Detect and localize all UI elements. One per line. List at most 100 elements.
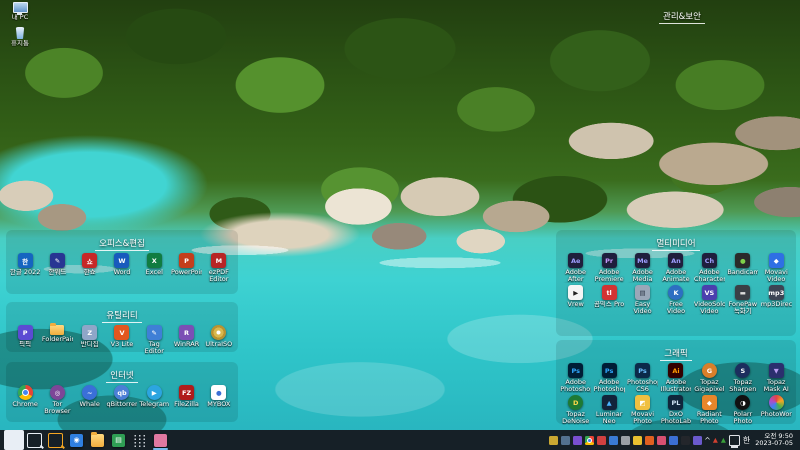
network-icon[interactable] bbox=[728, 434, 740, 448]
tray-icon-7[interactable] bbox=[621, 435, 631, 445]
tray-icon-8[interactable] bbox=[633, 435, 643, 445]
videosolo-editor[interactable]: VS VideoSolo Video Editor bbox=[694, 285, 725, 315]
whale-browser[interactable]: ~ Whale bbox=[74, 385, 105, 408]
vrew[interactable]: ▶ Vrew bbox=[560, 285, 591, 308]
app-icon: Ps bbox=[601, 363, 617, 378]
photoshop[interactable]: Ps Adobe Photoshop bbox=[594, 363, 625, 393]
topaz-gigapixel[interactable]: G Topaz Gigapixel AI bbox=[694, 363, 725, 393]
movavi-photo-editor[interactable]: ◩ Movavi Photo Editor bbox=[627, 395, 658, 425]
easy-video-maker[interactable]: ▤ Easy Video Maker bbox=[627, 285, 658, 315]
character-animator[interactable]: Ch Adobe Character Animator bbox=[694, 253, 725, 283]
hancom-hanword[interactable]: ✎ 한워드 bbox=[42, 253, 73, 276]
tray-overflow-chevron-icon[interactable]: ^ bbox=[702, 436, 713, 445]
tray-icon-6[interactable] bbox=[609, 435, 619, 445]
topaz-denoise[interactable]: D Topaz DeNoise AI bbox=[560, 395, 591, 425]
app-icon: Ps bbox=[568, 363, 584, 378]
ms-powerpoint[interactable]: P PowerPoint bbox=[171, 253, 202, 276]
recycle-bin[interactable]: 휴지통 bbox=[3, 27, 37, 47]
tray-icon-2[interactable] bbox=[561, 435, 571, 445]
tray-icon-1[interactable] bbox=[549, 435, 559, 445]
mp3directcut[interactable]: mp3 mp3DirectCut bbox=[761, 285, 792, 308]
tray-icon-12[interactable] bbox=[681, 435, 691, 445]
telegram[interactable]: ▶ Telegram bbox=[139, 385, 170, 408]
alert-triangle-green[interactable]: ▲ bbox=[721, 437, 726, 444]
start-button[interactable] bbox=[3, 430, 24, 450]
tray-icon-10[interactable] bbox=[657, 435, 667, 445]
app-icon-label: Topaz Sharpen AI bbox=[729, 379, 757, 393]
fence-management[interactable]: 관리&보안 bbox=[630, 3, 734, 24]
grip-handle[interactable] bbox=[129, 430, 150, 450]
photoshop-cs6[interactable]: Ps Photoshop CS6 bbox=[627, 363, 658, 393]
app-icon-label: 한글 2022 bbox=[9, 269, 41, 276]
photoworks[interactable]: PhotoWorks bbox=[761, 395, 792, 418]
bandicam[interactable]: ● Bandicam bbox=[727, 253, 758, 276]
hancom-hanshow[interactable]: 쇼 한쇼 bbox=[74, 253, 105, 276]
gom-mix-pro[interactable]: tl 곰믹스 Pro bbox=[594, 285, 625, 308]
search-button[interactable] bbox=[24, 430, 45, 450]
fonepaw-recorder[interactable]: ▬ FonePaw 녹화기 bbox=[727, 285, 758, 315]
tag-editor[interactable]: ✎ Tag Editor bbox=[139, 325, 170, 355]
app-icon: ✎ bbox=[146, 325, 162, 340]
v3-lite[interactable]: V V3 Lite bbox=[106, 325, 137, 348]
app-icon: V bbox=[114, 325, 130, 340]
topaz-mask[interactable]: ▼ Topaz Mask AI bbox=[761, 363, 792, 393]
qbittorrent[interactable]: qb qBittorrent bbox=[106, 385, 137, 408]
system-tray bbox=[549, 430, 703, 450]
fence-graphic: 그래픽 Ps Adobe Photoshop 2022 Ps Adobe Pho… bbox=[556, 340, 796, 425]
pinned-app-green[interactable]: ▤ bbox=[108, 430, 129, 450]
app-icon-label: Topaz Mask AI bbox=[763, 379, 789, 393]
after-effects[interactable]: Ae Adobe After Effects 2022 bbox=[560, 253, 591, 283]
tray-icon-11[interactable] bbox=[669, 435, 679, 445]
topaz-sharpen[interactable]: S Topaz Sharpen AI bbox=[727, 363, 758, 393]
media-encoder[interactable]: Me Adobe Media Encoder bbox=[627, 253, 658, 283]
radiant-photo[interactable]: ◆ Radiant Photo bbox=[694, 395, 725, 425]
movavi-video-editor[interactable]: ◆ Movavi Video Editor Plus bbox=[761, 253, 792, 283]
luminar-neo[interactable]: ▲ Luminar Neo bbox=[594, 395, 625, 425]
naver-mybox[interactable]: ● MYBOX bbox=[203, 385, 234, 408]
app-icon: ✎ bbox=[49, 253, 65, 268]
running-app[interactable] bbox=[150, 430, 171, 450]
illustrator[interactable]: Ai Adobe Illustrator bbox=[660, 363, 691, 393]
pinned-app-blue[interactable]: ◉ bbox=[66, 430, 87, 450]
folder-painter[interactable]: FolderPainter bbox=[42, 323, 73, 343]
picpick[interactable]: P 픽픽 bbox=[10, 325, 41, 348]
taskbar-clock[interactable]: 오전 9:50 2023-07-05 bbox=[753, 432, 797, 448]
my-pc[interactable]: 내 PC bbox=[3, 2, 37, 21]
fence-office: 오피스&편집 한 한글 2022 ✎ 한워드 쇼 한쇼 W Word X Exc… bbox=[6, 230, 238, 294]
dxo-photolab[interactable]: PL DxO PhotoLab 5 bbox=[660, 395, 691, 425]
fence-title-office: 오피스&편집 bbox=[95, 239, 149, 251]
polarr-editor[interactable]: ◑ Polarr Photo Editor Pro bbox=[727, 395, 758, 425]
ms-word[interactable]: W Word bbox=[106, 253, 137, 276]
tray-icon-5[interactable] bbox=[597, 435, 607, 445]
photoshop-2022[interactable]: Ps Adobe Photoshop 2022 bbox=[560, 363, 591, 393]
app-icon-label: qBittorrent bbox=[106, 401, 138, 408]
tray-icon-13[interactable] bbox=[693, 435, 703, 445]
bandizip[interactable]: Z 반디집 bbox=[74, 325, 105, 348]
alert-triangle-red[interactable]: ▲ bbox=[713, 437, 718, 444]
app-icon: ◎ bbox=[49, 385, 65, 400]
app-icon-label: Topaz Gigapixel AI bbox=[694, 379, 725, 393]
hancom-hangul[interactable]: 한 한글 2022 bbox=[10, 253, 41, 276]
app-icon: ~ bbox=[82, 385, 98, 400]
ms-excel[interactable]: X Excel bbox=[139, 253, 170, 276]
ezpdf-editor[interactable]: M ezPDF Editor 3.0 bbox=[203, 253, 234, 283]
ultraiso[interactable]: UltraISO bbox=[203, 325, 234, 348]
tor-browser[interactable]: ◎ Tor Browser bbox=[42, 385, 73, 415]
file-explorer-button[interactable] bbox=[87, 430, 108, 450]
pinned-search-orange[interactable] bbox=[45, 430, 66, 450]
chrome[interactable]: Chrome bbox=[10, 385, 41, 408]
ime-indicator[interactable]: 한 bbox=[740, 435, 753, 446]
free-video-cutter[interactable]: K Free Video Cutter bbox=[660, 285, 691, 315]
winrar[interactable]: R WinRAR bbox=[171, 325, 202, 348]
fence-title-management: 관리&보안 bbox=[659, 12, 705, 24]
taskbar-app-icon: ▤ bbox=[112, 433, 125, 447]
tray-icon-3[interactable] bbox=[573, 435, 583, 445]
app-icon: Ch bbox=[701, 253, 717, 268]
app-icon: FZ bbox=[179, 385, 195, 400]
tray-chrome[interactable] bbox=[585, 435, 595, 445]
filezilla[interactable]: FZ FileZilla bbox=[171, 385, 202, 408]
tray-icon-9[interactable] bbox=[645, 435, 655, 445]
app-icon: D bbox=[568, 395, 584, 410]
premiere-pro[interactable]: Pr Adobe Premiere Pro bbox=[594, 253, 625, 283]
animate[interactable]: An Adobe Animate bbox=[660, 253, 691, 283]
